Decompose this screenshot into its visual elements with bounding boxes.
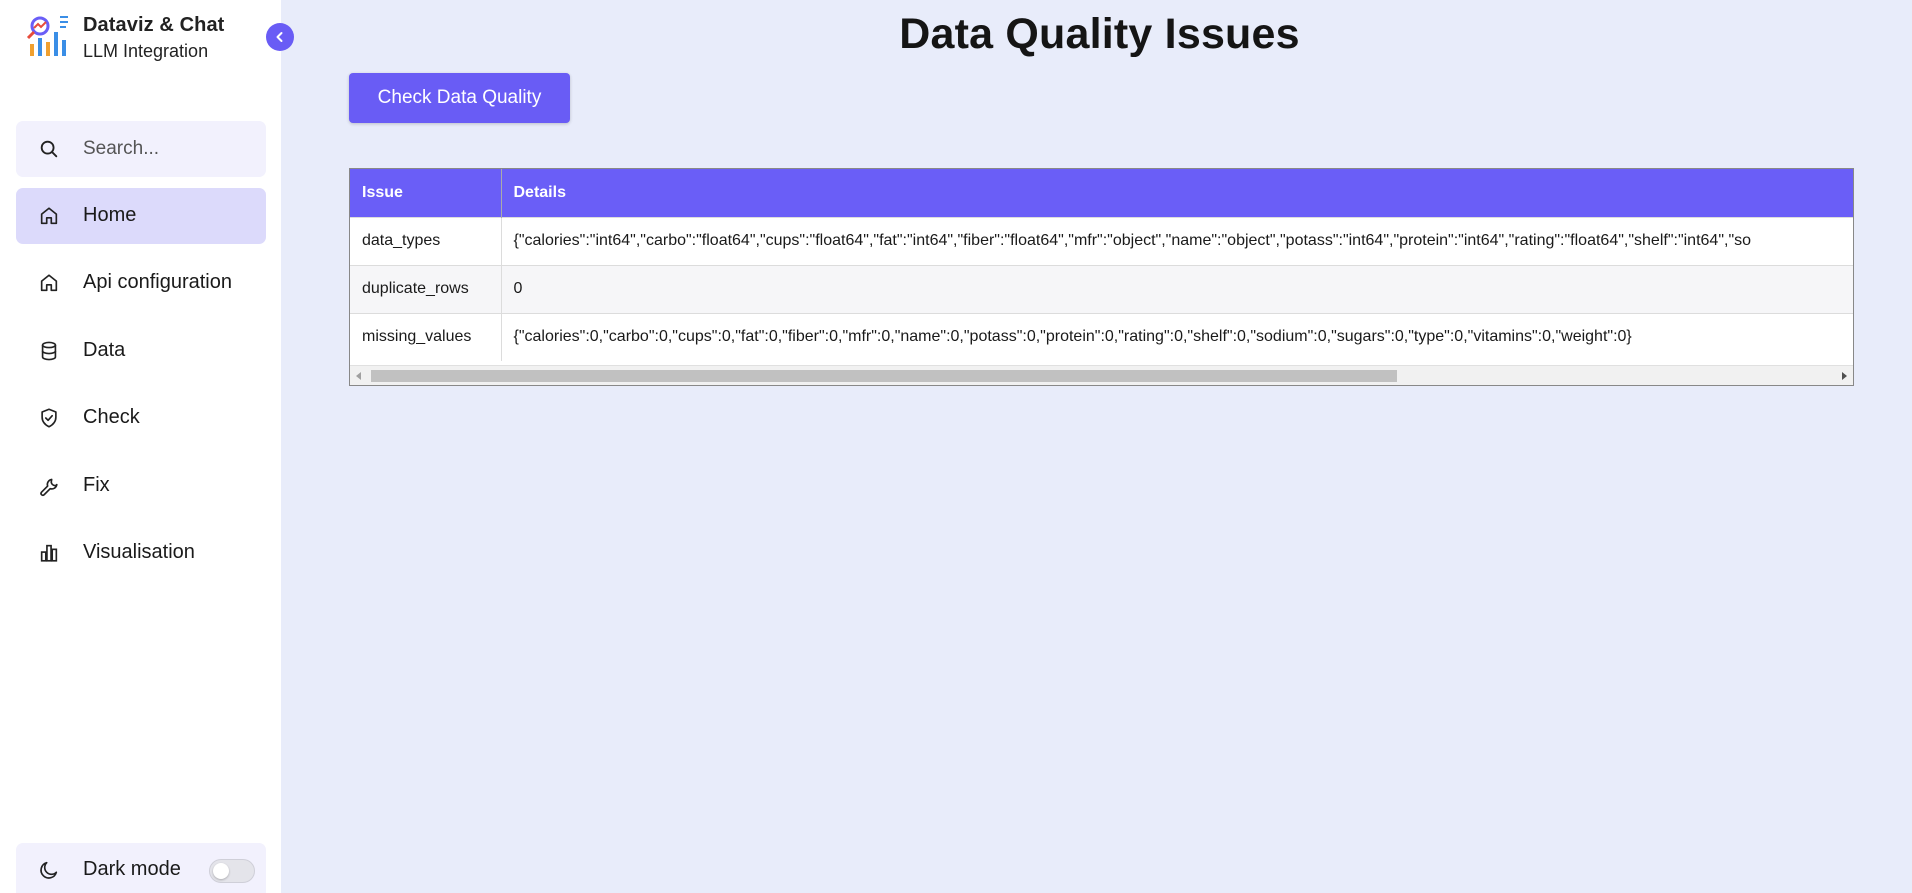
sidebar-item-fix[interactable]: Fix (16, 458, 266, 514)
table-header-row: Issue Details (350, 169, 1853, 217)
search-input[interactable] (83, 135, 253, 163)
page-title: Data Quality Issues (899, 10, 1300, 58)
bar-chart-icon (40, 544, 58, 562)
sidebar-item-visualisation[interactable]: Visualisation (16, 525, 266, 581)
table-row: missing_values {"calories":0,"carbo":0,"… (350, 312, 1853, 361)
chart-logo-icon (26, 16, 68, 56)
details-cell: {"calories":"int64","carbo":"float64","c… (501, 216, 1853, 265)
scroll-left-arrow-icon[interactable] (356, 372, 361, 380)
home-icon (40, 207, 58, 225)
sidebar-item-label: Check (83, 406, 140, 428)
brand: Dataviz & Chat LLM Integration (26, 12, 256, 62)
details-cell: {"calories":0,"carbo":0,"cups":0,"fat":0… (501, 312, 1853, 361)
search-box[interactable] (16, 121, 266, 177)
home-icon (40, 274, 58, 292)
issues-table-container[interactable]: Issue Details data_types {"calories":"in… (349, 168, 1854, 386)
sidebar-item-check[interactable]: Check (16, 390, 266, 446)
moon-icon (40, 861, 58, 879)
toggle-knob (213, 863, 229, 879)
search-icon (40, 140, 58, 158)
sidebar-item-label: Data (83, 339, 126, 361)
dark-mode-row: Dark mode (16, 843, 266, 893)
details-cell: 0 (501, 264, 1853, 313)
brand-title: Dataviz & Chat (83, 14, 225, 36)
wrench-icon (40, 478, 58, 497)
sidebar: Dataviz & Chat LLM Integration Home Api … (0, 0, 281, 893)
issue-cell: duplicate_rows (350, 264, 502, 313)
table-row: duplicate_rows 0 (350, 264, 1853, 313)
column-header-issue[interactable]: Issue (350, 169, 502, 217)
shield-check-icon (41, 408, 57, 428)
table-row: data_types {"calories":"int64","carbo":"… (350, 216, 1853, 265)
scrollbar-thumb[interactable] (371, 370, 1397, 382)
sidebar-item-data[interactable]: Data (16, 323, 266, 379)
chevron-left-icon (276, 32, 283, 42)
column-header-details[interactable]: Details (501, 169, 1853, 217)
sidebar-item-label: Fix (83, 474, 110, 496)
database-icon (41, 341, 57, 361)
horizontal-scrollbar[interactable] (350, 365, 1853, 385)
dark-mode-label: Dark mode (83, 858, 181, 880)
sidebar-item-label: Visualisation (83, 541, 195, 563)
sidebar-item-home[interactable]: Home (16, 188, 266, 244)
sidebar-item-label: Home (83, 204, 137, 226)
brand-subtitle: LLM Integration (83, 41, 209, 61)
scroll-right-arrow-icon[interactable] (1842, 372, 1847, 380)
issue-cell: data_types (350, 216, 502, 265)
sidebar-item-api-configuration[interactable]: Api configuration (16, 255, 266, 311)
issue-cell: missing_values (350, 312, 502, 361)
dark-mode-toggle[interactable] (209, 859, 255, 883)
check-data-quality-button[interactable]: Check Data Quality (349, 73, 570, 123)
collapse-sidebar-button[interactable] (266, 23, 294, 51)
sidebar-item-label: Api configuration (83, 271, 232, 293)
main-content: Data Quality Issues Check Data Quality I… (281, 0, 1912, 893)
issues-table: Issue Details data_types {"calories":"in… (350, 169, 1853, 361)
